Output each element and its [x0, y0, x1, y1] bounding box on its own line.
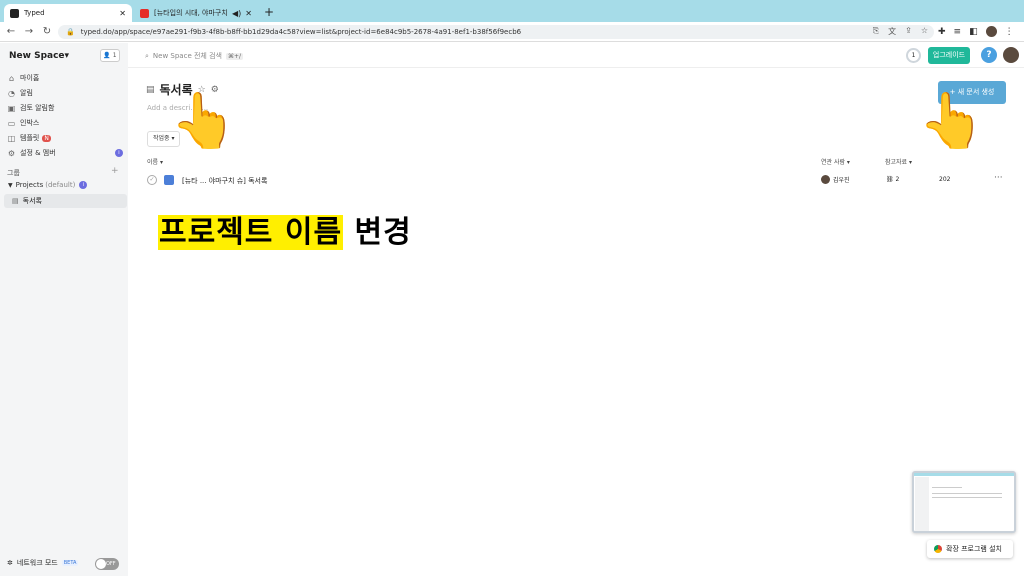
top-bar: ⌕ New Space 전체 검색 ⌘+/ 1 업그레이드 ?: [128, 43, 1024, 68]
pointing-hand-icon: 👆: [918, 89, 986, 152]
bell-icon: ◔: [8, 88, 15, 98]
sidebar-item-notifications[interactable]: ◔ 알림: [7, 86, 125, 100]
row-user: 김우진: [821, 175, 850, 184]
row-title[interactable]: [뉴타 ... 야마구치 슈] 독서록: [182, 176, 267, 186]
template-icon: ◫: [7, 133, 16, 143]
group-label: 그룹: [7, 169, 20, 177]
browser-tab-strip: Typed ✕ [뉴타입의 시대, 야마구치 슈 저 ◀) ✕ +: [0, 0, 1024, 22]
new-tab-button[interactable]: +: [264, 5, 274, 19]
add-group-icon[interactable]: +: [111, 166, 119, 176]
more-icon[interactable]: ···: [994, 173, 1003, 183]
info-icon[interactable]: i: [115, 149, 123, 157]
close-icon[interactable]: ✕: [119, 9, 126, 18]
address-bar: ← → ↻ 🔒 typed.do/app/space/e97ae291-f9b3…: [0, 22, 1024, 42]
reload-icon[interactable]: ↻: [40, 26, 54, 37]
avatar: [821, 175, 830, 184]
star-icon[interactable]: ☆: [921, 26, 928, 37]
youtube-icon: [140, 8, 149, 18]
network-mode-toggle[interactable]: OFF: [95, 558, 119, 570]
network-mode: ✲ 네트워크 모드 BETA: [7, 559, 79, 567]
sidebar: New Space▾ 👤 1 ⌂ 마이홈 ◔ 알림 ▣ 검토 알림함 ▭ 인박스 ◫ 템플…: [0, 43, 128, 576]
gear-icon: ⚙: [7, 148, 16, 158]
forward-icon[interactable]: →: [22, 26, 36, 37]
lock-icon: 🔒: [66, 28, 75, 36]
url-input[interactable]: 🔒 typed.do/app/space/e97ae291-f9b3-4f8b-…: [58, 25, 934, 39]
column-related-people[interactable]: 연관 사람 ▾: [821, 157, 850, 166]
extensions-icon[interactable]: ✚: [938, 27, 946, 37]
upgrade-button[interactable]: 업그레이드: [928, 47, 970, 64]
new-badge: N: [42, 134, 51, 142]
avatar[interactable]: [1003, 47, 1019, 63]
pointing-hand-icon: 👆: [170, 89, 238, 152]
space-switcher[interactable]: New Space▾: [9, 51, 69, 61]
reading-list-icon[interactable]: ≡: [954, 27, 962, 37]
project-item[interactable]: ▼ Projects (default) i: [8, 181, 88, 189]
sidebar-item-inbox[interactable]: ▭ 인박스: [7, 116, 125, 130]
install-icon[interactable]: ⎘: [873, 26, 879, 37]
profile-avatar[interactable]: [985, 26, 997, 37]
caption-rest: 변경: [343, 215, 412, 250]
row-references: ⛓ 2: [886, 176, 900, 183]
document-icon: ▤: [12, 197, 19, 205]
column-name[interactable]: 이름 ▾: [147, 157, 163, 166]
caption-highlight: 프로젝트 이름: [158, 215, 344, 250]
row-date: 202: [939, 176, 951, 183]
column-references[interactable]: 참고자료 ▾: [885, 157, 912, 166]
shortcut-hint: ⌘+/: [225, 52, 244, 60]
chrome-icon: [934, 545, 942, 553]
tab-label: Typed: [24, 9, 45, 17]
check-icon[interactable]: ✓: [147, 175, 157, 185]
url-text: typed.do/app/space/e97ae291-f9b3-4f8b-b8…: [80, 28, 522, 36]
video-thumbnail[interactable]: [912, 471, 1016, 533]
help-button[interactable]: ?: [981, 47, 997, 63]
main-content: ⌕ New Space 전체 검색 ⌘+/ 1 업그레이드 ? ▤ 독서록 ☆ …: [128, 43, 1024, 576]
members-button[interactable]: 👤 1: [100, 49, 120, 62]
home-icon: ⌂: [8, 73, 15, 83]
tutorial-caption: 프로젝트 이름 변경: [158, 207, 412, 251]
install-extension-button[interactable]: 확장 프로그램 설치: [927, 540, 1013, 558]
speaker-icon[interactable]: ◀): [232, 9, 241, 18]
tab-typed[interactable]: Typed ✕: [4, 4, 132, 22]
network-icon: ✲: [7, 559, 13, 567]
back-icon[interactable]: ←: [4, 26, 18, 37]
tab-youtube[interactable]: [뉴타입의 시대, 야마구치 슈 저 ◀) ✕: [134, 4, 258, 22]
share-icon[interactable]: ⇪: [905, 26, 912, 37]
document-icon: [164, 175, 174, 185]
notification-counter[interactable]: 1: [906, 48, 921, 63]
close-icon[interactable]: ✕: [245, 9, 252, 18]
search-icon: ⌕: [145, 51, 149, 60]
inbox-icon: ▭: [7, 118, 16, 128]
side-panel-icon[interactable]: ◧: [969, 27, 978, 37]
sidebar-item-review[interactable]: ▣ 검토 알림함: [7, 101, 125, 115]
typed-icon: [10, 8, 19, 18]
menu-icon[interactable]: ⋮: [1005, 27, 1014, 37]
sidebar-item-templates[interactable]: ◫ 템플릿 N: [7, 131, 125, 145]
translate-icon[interactable]: 文: [888, 26, 896, 37]
document-icon: ▤: [146, 84, 155, 95]
caret-down-icon: ▼: [8, 181, 13, 189]
sidebar-item-settings[interactable]: ⚙ 설정 & 멤버 i: [7, 146, 125, 160]
info-icon[interactable]: i: [79, 181, 88, 189]
review-icon: ▣: [7, 103, 16, 113]
sidebar-item-home[interactable]: ⌂ 마이홈: [7, 71, 125, 85]
search-input[interactable]: ⌕ New Space 전체 검색 ⌘+/: [145, 51, 244, 61]
tab-label: [뉴타입의 시대, 야마구치 슈 저: [154, 9, 228, 17]
sidebar-item-reading-log[interactable]: ▤ 독서록: [4, 194, 127, 208]
beta-badge: BETA: [61, 560, 79, 566]
link-icon: ⛓: [886, 176, 894, 183]
